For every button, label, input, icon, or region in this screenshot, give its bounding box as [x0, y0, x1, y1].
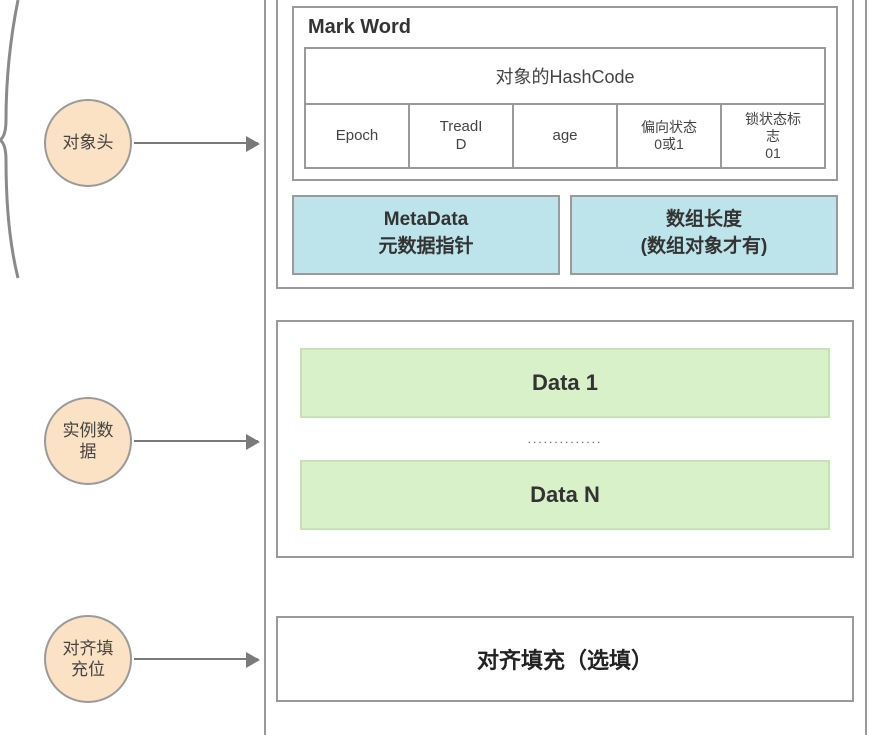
- cell-epoch: Epoch: [306, 105, 410, 167]
- arrow-to-header: [134, 142, 258, 144]
- cell-age: age: [514, 105, 618, 167]
- node-object-header: 对象头: [44, 99, 132, 187]
- node-instance-data-label: 实例数 据: [63, 420, 114, 463]
- panel-object-header: Mark Word 对象的HashCode Epoch TreadI D age…: [276, 0, 854, 289]
- data-ellipsis: ..............: [300, 418, 830, 460]
- node-instance-data: 实例数 据: [44, 397, 132, 485]
- arrow-to-data: [134, 440, 258, 442]
- panel-padding: 对齐填充（选填）: [276, 616, 854, 702]
- arrow-to-padding: [134, 658, 258, 660]
- cell-bias-state: 偏向状态 0或1: [618, 105, 722, 167]
- padding-text: 对齐填充（选填）: [477, 643, 653, 675]
- markword-title: Mark Word: [304, 14, 826, 47]
- container-left-border: [264, 0, 266, 735]
- meta-row: MetaData 元数据指针 数组长度 (数组对象才有): [292, 195, 838, 274]
- brace-decoration: [0, 0, 20, 280]
- data-first: Data 1: [300, 348, 830, 418]
- markword-grid: Epoch TreadI D age 偏向状态 0或1 锁状态标 志 01: [304, 105, 826, 169]
- node-padding-label: 对齐填 充位: [63, 638, 114, 681]
- data-last: Data N: [300, 460, 830, 530]
- cell-lock-flag: 锁状态标 志 01: [722, 105, 824, 167]
- box-array-length: 数组长度 (数组对象才有): [570, 195, 838, 274]
- cell-threadid: TreadI D: [410, 105, 514, 167]
- box-metadata-pointer: MetaData 元数据指针: [292, 195, 560, 274]
- markword-box: Mark Word 对象的HashCode Epoch TreadI D age…: [292, 6, 838, 181]
- node-padding: 对齐填 充位: [44, 615, 132, 703]
- markword-hashcode: 对象的HashCode: [304, 47, 826, 105]
- container-right-border: [865, 0, 867, 735]
- panel-instance-data: Data 1 .............. Data N: [276, 320, 854, 558]
- node-object-header-label: 对象头: [63, 132, 114, 153]
